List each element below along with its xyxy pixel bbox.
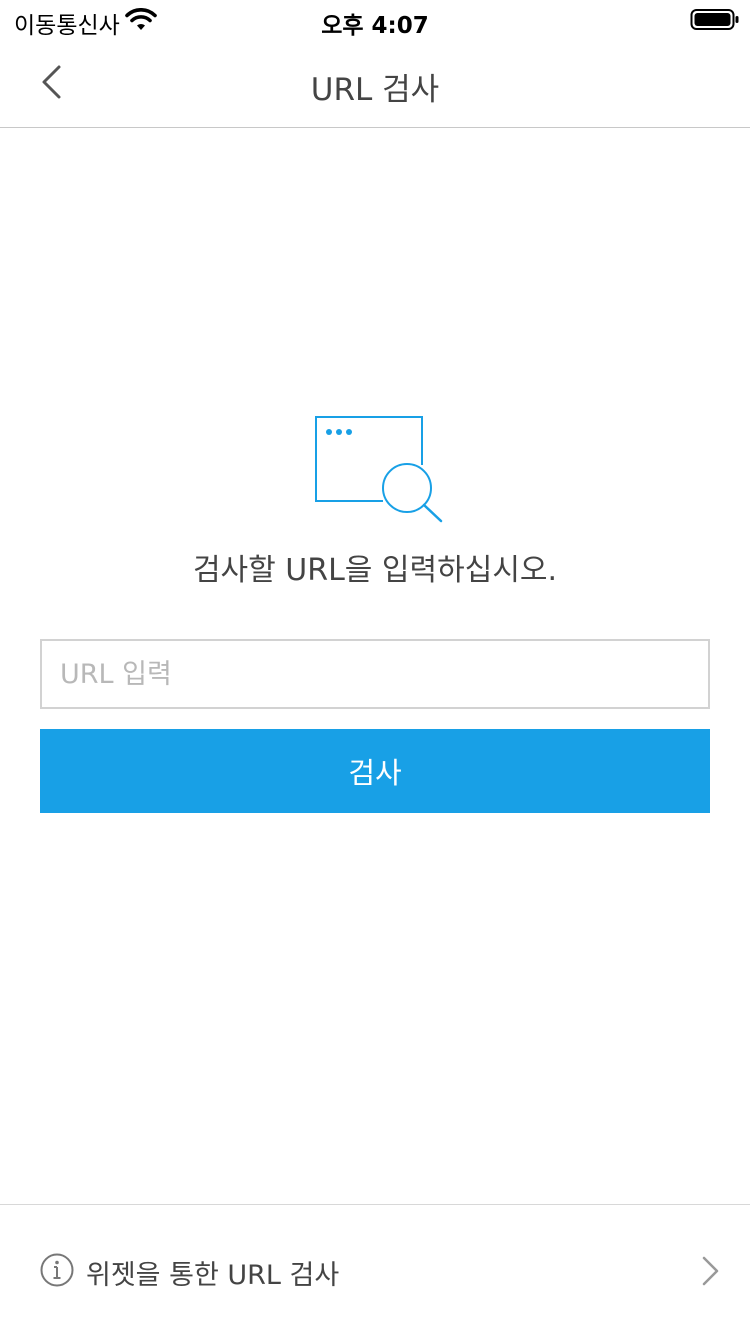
info-icon — [40, 1253, 74, 1291]
widget-url-scan-label: 위젯을 통한 URL 검사 — [86, 1260, 340, 1291]
widget-url-scan-row[interactable]: 위젯을 통한 URL 검사 — [0, 1204, 750, 1334]
url-input[interactable] — [40, 639, 710, 709]
nav-bar: URL 검사 — [0, 40, 750, 128]
chevron-right-icon — [700, 1255, 720, 1291]
prompt-text: 검사할 URL을 입력하십시오. — [192, 553, 558, 588]
search-button[interactable]: 검사 — [40, 729, 710, 813]
browser-window-magnifier-icon — [313, 414, 445, 530]
clock: 오후 4:07 — [321, 13, 429, 39]
status-bar: 이동통신사 오후 4:07 — [0, 0, 750, 40]
url-scan-screen: 이동통신사 오후 4:07 URL 검사 검사할 URL을 입력하십시오. UR… — [0, 0, 750, 1334]
page-title: URL 검사 — [310, 72, 440, 108]
battery-icon — [690, 8, 740, 36]
